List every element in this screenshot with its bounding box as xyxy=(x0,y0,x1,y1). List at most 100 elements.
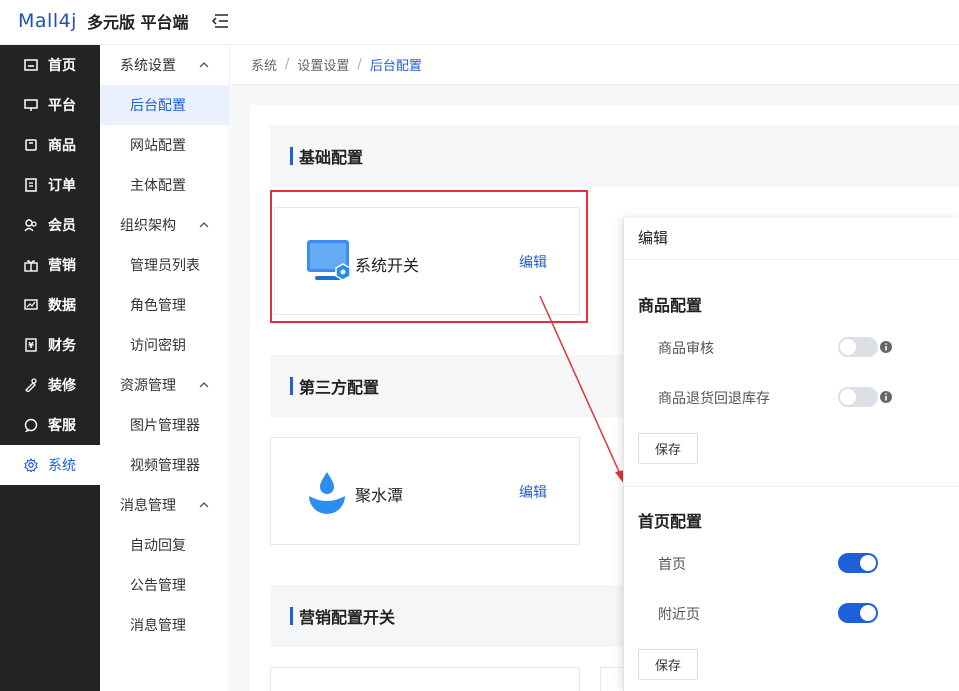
toggle-knob xyxy=(860,555,876,571)
sidebar-item-label: 装修 xyxy=(48,378,76,394)
sidebar-item-label: 商品 xyxy=(48,138,76,154)
home-icon xyxy=(24,59,38,71)
section-title: 营销配置开关 xyxy=(299,608,396,627)
home-config-heading: 首页配置 xyxy=(638,512,703,531)
sidebar-item-label: 财务 xyxy=(48,338,76,354)
submenu-group-label: 系统设置 xyxy=(120,58,176,74)
nearby-page-label: 附近页 xyxy=(658,607,700,623)
sub-menu: 系统设置 后台配置 网站配置 主体配置 组织架构 管理员列表 角色管理 访问密钥… xyxy=(100,45,230,691)
toggle-knob xyxy=(840,389,856,405)
sidebar-item-platform[interactable]: 平台 xyxy=(0,85,100,125)
submenu-item-entity-config[interactable]: 主体配置 xyxy=(100,165,229,205)
breadcrumb-separator: / xyxy=(285,57,290,72)
chart-icon xyxy=(24,299,38,310)
submenu-item-auto-reply[interactable]: 自动回复 xyxy=(100,525,229,565)
decorate-icon xyxy=(25,378,37,392)
submenu-group-system-settings[interactable]: 系统设置 xyxy=(100,45,229,85)
submenu-item-access-keys[interactable]: 访问密钥 xyxy=(100,325,229,365)
save-button[interactable]: 保存 xyxy=(638,649,698,680)
submenu-group-organization[interactable]: 组织架构 xyxy=(100,205,229,245)
nearby-page-toggle[interactable] xyxy=(838,603,878,623)
breadcrumb-item[interactable]: 系统 xyxy=(251,55,277,74)
collapse-menu-icon[interactable] xyxy=(211,13,229,29)
submenu-group-resources[interactable]: 资源管理 xyxy=(100,365,229,405)
divider xyxy=(624,486,959,487)
section-accent-bar xyxy=(290,607,293,625)
top-bar: Mall4j 多元版 平台端 xyxy=(0,0,959,45)
section-accent-bar xyxy=(290,377,293,395)
product-audit-label: 商品审核 xyxy=(658,341,714,357)
sidebar-item-label: 系统 xyxy=(48,458,76,474)
submenu-item-site-config[interactable]: 网站配置 xyxy=(100,125,229,165)
sidebar-item-decorate[interactable]: 装修 xyxy=(0,365,100,405)
section-title: 第三方配置 xyxy=(299,378,380,397)
info-icon[interactable] xyxy=(880,341,892,353)
submenu-group-label: 资源管理 xyxy=(120,378,176,394)
breadcrumb: 系统 / 设置设置 / 后台配置 xyxy=(231,45,959,85)
section-basic-config: 基础配置 xyxy=(270,125,959,187)
sidebar-item-label: 首页 xyxy=(48,58,76,74)
svg-text:¥: ¥ xyxy=(28,341,34,350)
member-icon xyxy=(24,219,37,232)
sidebar-item-product[interactable]: 商品 xyxy=(0,125,100,165)
edit-drawer: 编辑 商品配置 商品审核 商品退货回退库存 保存 首页配置 首页 附近页 保存 xyxy=(623,218,959,691)
home-page-toggle[interactable] xyxy=(838,553,878,573)
divider xyxy=(624,259,959,260)
sidebar-item-member[interactable]: 会员 xyxy=(0,205,100,245)
sidebar-item-label: 平台 xyxy=(48,98,76,114)
product-audit-toggle[interactable] xyxy=(838,337,878,357)
submenu-group-label: 组织架构 xyxy=(120,218,176,234)
sidebar-item-label: 数据 xyxy=(48,298,76,314)
submenu-item-admin-list[interactable]: 管理员列表 xyxy=(100,245,229,285)
breadcrumb-separator: / xyxy=(357,57,362,72)
sidebar-item-label: 营销 xyxy=(48,258,76,274)
order-icon xyxy=(25,178,37,192)
sidebar-item-label: 会员 xyxy=(48,218,76,234)
submenu-item-backend-config[interactable]: 后台配置 xyxy=(100,85,229,125)
submenu-item-announcements[interactable]: 公告管理 xyxy=(100,565,229,605)
sidebar-item-home[interactable]: 首页 xyxy=(0,45,100,85)
product-config-heading: 商品配置 xyxy=(638,296,703,315)
water-drop-icon xyxy=(309,472,345,514)
sidebar-item-label: 订单 xyxy=(48,178,76,194)
logo: Mall4j 多元版 平台端 xyxy=(18,9,189,33)
gear-icon xyxy=(24,458,38,472)
sidebar-item-marketing[interactable]: 营销 xyxy=(0,245,100,285)
chevron-up-icon xyxy=(199,62,209,68)
sidebar-item-order[interactable]: 订单 xyxy=(0,165,100,205)
product-icon xyxy=(25,139,37,151)
submenu-item-message-management[interactable]: 消息管理 xyxy=(100,605,229,645)
toggle-knob xyxy=(840,339,856,355)
sidebar-item-data[interactable]: 数据 xyxy=(0,285,100,325)
submenu-item-role-management[interactable]: 角色管理 xyxy=(100,285,229,325)
card-marketing-1 xyxy=(270,667,580,691)
submenu-item-video-manager[interactable]: 视频管理器 xyxy=(100,445,229,485)
finance-icon: ¥ xyxy=(25,338,37,352)
gift-icon xyxy=(24,260,38,272)
breadcrumb-item[interactable]: 设置设置 xyxy=(297,55,349,74)
product-return-stock-label: 商品退货回退库存 xyxy=(658,391,770,407)
sidebar-item-finance[interactable]: ¥ 财务 xyxy=(0,325,100,365)
info-icon[interactable] xyxy=(880,391,892,403)
submenu-item-image-manager[interactable]: 图片管理器 xyxy=(100,405,229,445)
logo-title: 多元版 平台端 xyxy=(86,13,189,32)
save-button[interactable]: 保存 xyxy=(638,433,698,464)
chat-icon xyxy=(24,418,38,432)
submenu-group-label: 消息管理 xyxy=(120,498,176,514)
chevron-up-icon xyxy=(199,502,209,508)
toggle-knob xyxy=(860,605,876,621)
submenu-group-messages[interactable]: 消息管理 xyxy=(100,485,229,525)
monitor-icon xyxy=(24,99,38,111)
sidebar-item-service[interactable]: 客服 xyxy=(0,405,100,445)
section-title: 基础配置 xyxy=(299,148,364,167)
section-accent-bar xyxy=(290,147,293,165)
product-return-stock-toggle[interactable] xyxy=(838,387,878,407)
drawer-title: 编辑 xyxy=(638,229,669,247)
main-sidebar: 首页 平台 商品 订单 会员 营销 数据 ¥ 财务 装修 客服 系统 xyxy=(0,45,100,691)
logo-mark: Mall4j xyxy=(18,10,77,32)
breadcrumb-current: 后台配置 xyxy=(369,59,422,74)
card-title: 聚水潭 xyxy=(355,486,404,505)
sidebar-item-system[interactable]: 系统 xyxy=(0,445,100,485)
sidebar-item-label: 客服 xyxy=(48,418,76,434)
annotation-arrow xyxy=(539,295,625,484)
